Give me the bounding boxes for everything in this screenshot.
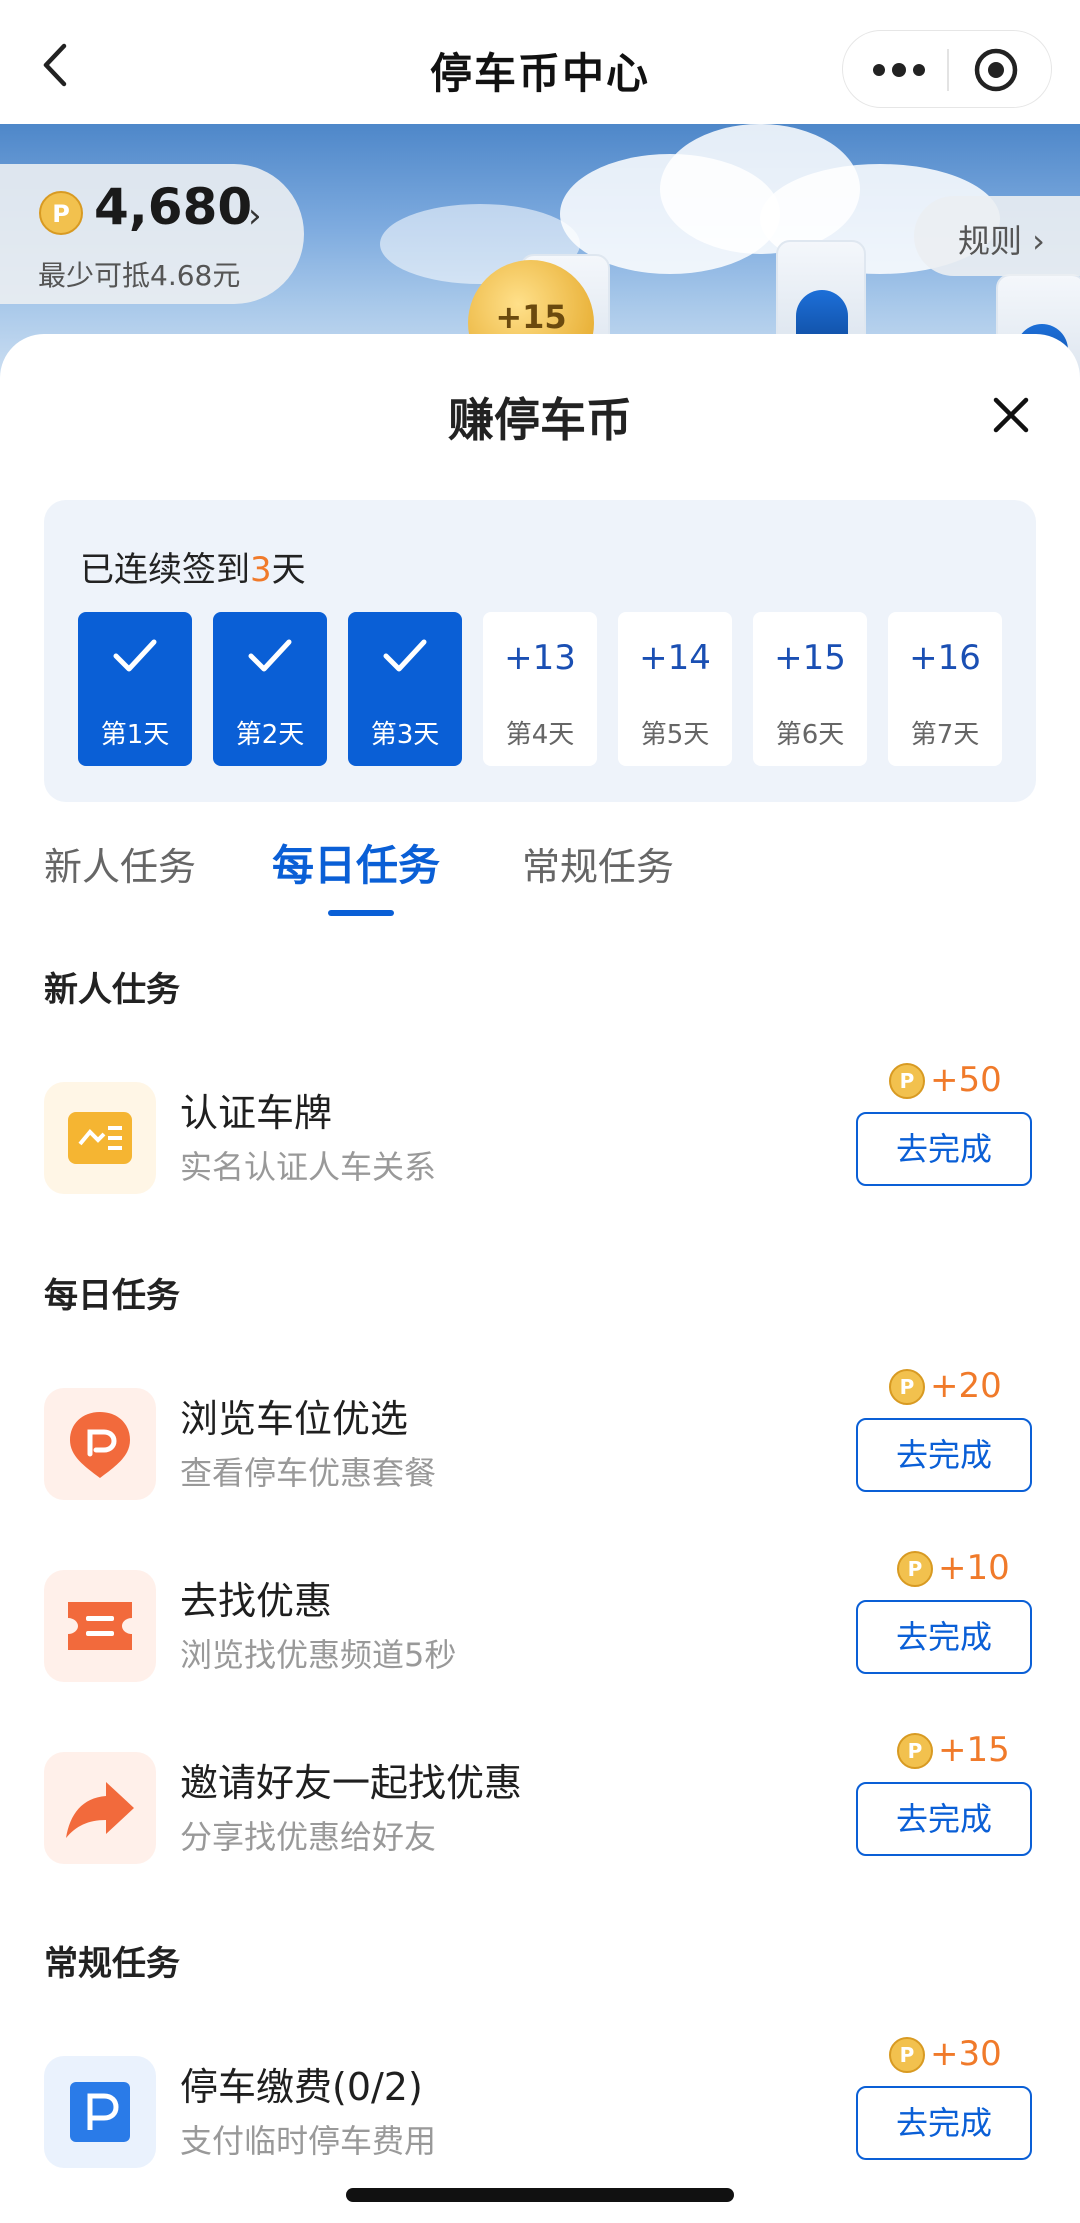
task-reward: P +50 [888, 1060, 1008, 1104]
close-icon[interactable] [992, 396, 1030, 434]
task-reward: P +30 [888, 2034, 1008, 2078]
task-item: 认证车牌 实名认证人车关系 P +50 去完成 [0, 1060, 1080, 1206]
checkin-day-7[interactable]: +16 第7天 [888, 612, 1002, 766]
coin-icon: P [39, 191, 83, 235]
checkin-card: 已连续签到3天 第1天 第2天 第3天 +13 第4天 +14 第5天 +15 … [44, 500, 1036, 802]
section-title-regular: 常规任务 [44, 1944, 180, 1984]
sheet-title: 赚停车币 [448, 393, 632, 447]
svg-text:P: P [900, 1069, 915, 1093]
coin-icon: P [897, 1733, 933, 1769]
task-title: 认证车牌 [180, 1091, 333, 1135]
task-reward: P +20 [888, 1366, 1008, 1410]
more-dots-icon[interactable] [869, 55, 929, 85]
task-subtitle: 实名认证人车关系 [180, 1148, 437, 1186]
section-title-newbie: 新人仕务 [44, 970, 180, 1010]
task-item: 邀请好友一起找优惠 分享找优惠给好友 P +15 去完成 [0, 1730, 1080, 1876]
capsule-divider [947, 49, 949, 91]
svg-text:P: P [900, 1375, 915, 1399]
checkin-day-2[interactable]: 第2天 [213, 612, 327, 766]
parking-p-icon [44, 2056, 156, 2168]
checkin-day-5[interactable]: +14 第5天 [618, 612, 732, 766]
chevron-right-icon[interactable]: › [248, 196, 262, 236]
tab-active-indicator [328, 910, 394, 916]
rules-button[interactable]: 规则 › [914, 196, 1080, 276]
go-complete-button[interactable]: 去完成 [856, 2086, 1032, 2160]
coin-icon: P [889, 1063, 925, 1099]
go-complete-button[interactable]: 去完成 [856, 1418, 1032, 1492]
tab-regular[interactable]: 常规任务 [522, 836, 674, 891]
check-icon [248, 639, 292, 672]
check-icon [113, 639, 157, 672]
close-target-icon[interactable] [973, 47, 1019, 93]
coin-icon: P [889, 1369, 925, 1405]
svg-text:P: P [908, 1739, 923, 1763]
tab-newbie[interactable]: 新人任务 [44, 836, 196, 891]
go-complete-button[interactable]: 去完成 [856, 1600, 1032, 1674]
task-item: 停车缴费(0/2) 支付临时停车费用 P +30 去完成 [0, 2034, 1080, 2180]
mini-program-capsule [842, 30, 1052, 108]
task-item: 去找优惠 浏览找优惠频道5秒 P +10 去完成 [0, 1548, 1080, 1694]
parking-pin-icon [44, 1388, 156, 1500]
rules-label[interactable]: 规则 › [958, 216, 1045, 262]
task-subtitle: 分享找优惠给好友 [180, 1818, 437, 1856]
section-title-daily: 每日任务 [44, 1276, 180, 1316]
checkin-day-6[interactable]: +15 第6天 [753, 612, 867, 766]
license-card-icon [44, 1082, 156, 1194]
svg-text:P: P [52, 200, 70, 228]
svg-text:P: P [908, 1557, 923, 1581]
home-indicator [346, 2188, 734, 2202]
task-subtitle: 支付临时停车费用 [180, 2122, 437, 2160]
task-item: 浏览车位优选 查看停车优惠套餐 P +20 去完成 [0, 1366, 1080, 1512]
balance-deduct-text: 最少可抵4.68元 [38, 259, 241, 292]
checkin-day-3[interactable]: 第3天 [348, 612, 462, 766]
checkin-day-4[interactable]: +13 第4天 [483, 612, 597, 766]
coin-icon: P [889, 2037, 925, 2073]
coupon-ticket-icon [44, 1570, 156, 1682]
task-title: 停车缴费(0/2) [180, 2065, 423, 2109]
task-reward: P +15 [896, 1730, 1010, 1774]
nav-bar: 停车币中心 [0, 0, 1080, 124]
task-title: 邀请好友一起找优惠 [180, 1761, 523, 1805]
go-complete-button[interactable]: 去完成 [856, 1112, 1032, 1186]
task-subtitle: 查看停车优惠套餐 [180, 1454, 437, 1492]
go-complete-button[interactable]: 去完成 [856, 1782, 1032, 1856]
task-subtitle: 浏览找优惠频道5秒 [180, 1636, 457, 1674]
svg-text:P: P [900, 2043, 915, 2067]
task-tabs: 新人任务 每日任务 常规任务 [0, 820, 1080, 920]
task-title: 浏览车位优选 [180, 1397, 409, 1441]
task-title: 去找优惠 [180, 1579, 333, 1623]
task-reward: P +10 [896, 1548, 1010, 1592]
coin-balance[interactable]: 4,680 [94, 178, 252, 236]
earn-coins-sheet: 赚停车币 已连续签到3天 第1天 第2天 第3天 +13 第4天 +14 第5天… [0, 334, 1080, 2223]
check-icon [383, 639, 427, 672]
checkin-streak-text: 已连续签到3天 [80, 550, 306, 590]
tab-daily[interactable]: 每日任务 [272, 832, 440, 893]
coin-icon: P [897, 1551, 933, 1587]
share-arrow-icon [44, 1752, 156, 1864]
checkin-day-1[interactable]: 第1天 [78, 612, 192, 766]
